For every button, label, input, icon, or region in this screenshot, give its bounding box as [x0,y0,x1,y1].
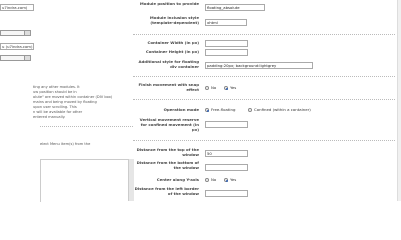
snap-no-radio[interactable] [205,86,209,90]
height-label: Container Height (in px) [145,49,199,54]
snap-yes-label: Yes [230,85,237,90]
snap-label: Finish movement with snap effect [138,82,199,92]
style-input[interactable]: padding:20px; background:lightgrey [205,62,313,69]
description-line: n will be available for other [33,110,83,114]
module-url-field[interactable]: u7indra.com) [0,4,34,11]
mode-confined-radio[interactable] [248,108,252,112]
position-label: Module position to provide [139,1,199,6]
module-url-field-2[interactable]: u (u7indra.com) [0,43,34,50]
center-no-radio[interactable] [205,178,209,182]
divider [133,140,395,141]
dropdown-b[interactable] [0,55,31,61]
center-label: Center along Y-axis [156,177,199,182]
position-input[interactable]: floating_absolute [205,4,265,11]
center-yes-radio[interactable] [224,178,229,183]
reserve-input[interactable] [205,121,248,128]
style-label: Additional style for floating div contai… [138,59,199,69]
description-line: uw position should be in [33,90,77,94]
center-no-label: No [211,177,217,182]
snap-yes-radio[interactable] [224,86,229,91]
divider [133,76,395,77]
description-line: upon user scrolling. This [33,105,77,109]
width-label: Container Width (in px) [147,40,199,45]
top-distance-label: Distance from the top of the window [136,147,199,157]
reserve-label: Vertical movement reserve for confined m… [139,117,199,132]
divider [40,126,133,127]
left-distance-label: Distance from the left border of the win… [134,186,199,196]
menu-items-listbox[interactable] [40,159,134,202]
dropdown-a[interactable] [0,30,31,36]
description-line: mains and being moved by floating [33,100,97,104]
snap-no-label: No [211,85,217,90]
bottom-distance-input[interactable] [205,164,248,171]
height-input[interactable] [205,49,248,56]
mode-label: Operation mode [163,107,199,112]
mode-free-radio[interactable] [205,108,210,113]
divider [133,99,395,100]
description-line: entered manually. [33,115,66,119]
description-line: olute" are moved within container (DIV b… [33,95,113,99]
bottom-distance-label: Distance from the bottom of the window [136,160,199,170]
menu-items-label: elect Menu item(s) from the [40,142,91,146]
top-distance-input[interactable]: 50 [205,150,248,157]
left-distance-input[interactable] [205,190,248,197]
mode-confined-label: Confined (within a container) [254,107,311,112]
mode-free-label: Free-floating [211,107,236,112]
page-scrollbar[interactable] [397,0,401,201]
inclusion-label: Module inclusion style (template-depende… [149,15,199,25]
width-input[interactable] [205,40,248,47]
description-line: ting any other modules. It [33,85,80,89]
center-yes-label: Yes [230,177,237,182]
inclusion-input[interactable]: xhtml [205,19,247,26]
divider [133,34,395,35]
chevron-down-icon [24,56,30,60]
chevron-down-icon [24,31,30,35]
